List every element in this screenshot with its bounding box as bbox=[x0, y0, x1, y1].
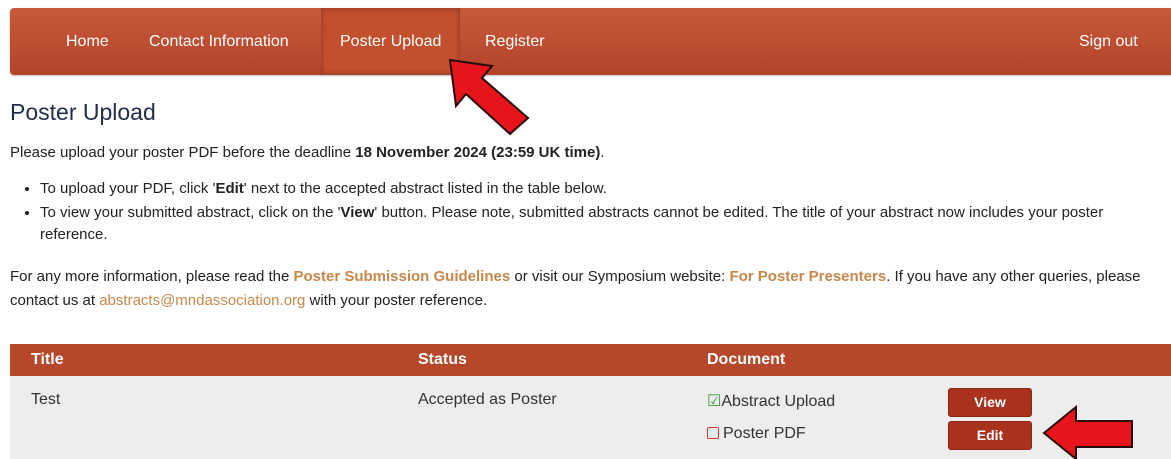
header-document: Document bbox=[707, 351, 786, 368]
check-square-icon: ☑ bbox=[707, 393, 722, 410]
intro-text: Please upload your poster PDF before the… bbox=[10, 144, 605, 161]
nav-contact-information[interactable]: Contact Information bbox=[149, 8, 289, 75]
empty-checkbox-icon bbox=[707, 427, 719, 439]
row-status: Accepted as Poster bbox=[418, 391, 557, 408]
nav-sign-out[interactable]: Sign out bbox=[1079, 8, 1138, 75]
email-link[interactable]: abstracts@mndassociation.org bbox=[99, 292, 305, 309]
red-arrow-annotation bbox=[1042, 405, 1133, 459]
nav-poster-upload[interactable]: Poster Upload bbox=[321, 8, 461, 75]
table-header: Title Status Document bbox=[10, 344, 1171, 376]
poster-presenters-link[interactable]: For Poster Presenters bbox=[729, 268, 886, 285]
view-button[interactable]: View bbox=[948, 388, 1032, 417]
header-status: Status bbox=[418, 351, 467, 368]
poster-guidelines-link[interactable]: Poster Submission Guidelines bbox=[293, 268, 510, 285]
edit-button[interactable]: Edit bbox=[948, 421, 1032, 450]
red-arrow-annotation bbox=[448, 58, 530, 136]
doc-poster-pdf: Poster PDF bbox=[707, 425, 806, 443]
more-info-text: For any more information, please read th… bbox=[10, 268, 1141, 309]
list-item: To view your submitted abstract, click o… bbox=[40, 202, 1170, 246]
page-title: Poster Upload bbox=[10, 99, 156, 125]
top-navbar: Home Contact Information Poster Upload R… bbox=[10, 8, 1171, 75]
nav-home[interactable]: Home bbox=[66, 8, 109, 75]
deadline-text: 18 November 2024 (23:59 UK time) bbox=[355, 144, 601, 161]
doc-abstract-upload: ☑Abstract Upload bbox=[707, 393, 836, 410]
header-title: Title bbox=[31, 351, 64, 368]
list-item: To upload your PDF, click 'Edit' next to… bbox=[40, 178, 1170, 200]
table-row: Test Accepted as Poster ☑Abstract Upload… bbox=[10, 376, 1171, 459]
instructions-list: To upload your PDF, click 'Edit' next to… bbox=[10, 178, 1170, 248]
row-title: Test bbox=[31, 391, 61, 408]
